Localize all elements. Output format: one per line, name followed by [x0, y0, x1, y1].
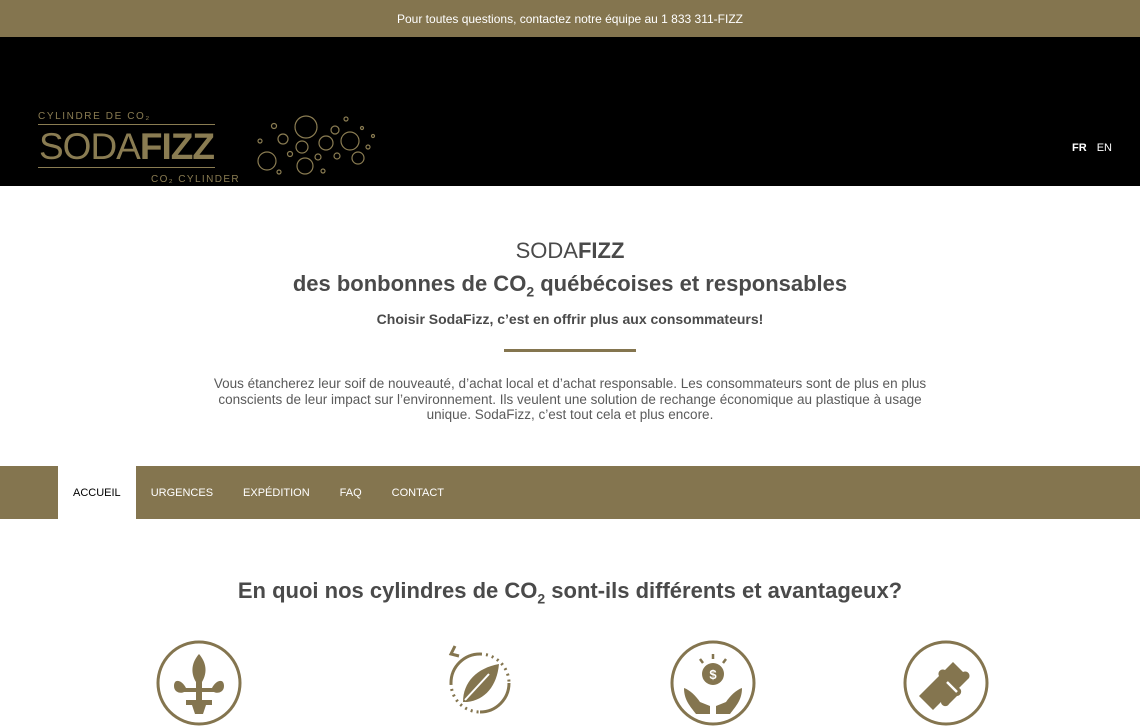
advantages-title-part-2: sont-ils différents et avantageux? — [545, 578, 903, 603]
intro-headline: des bonbonnes de CO2 québécoises et resp… — [0, 271, 1140, 299]
headline-part-1: des bonbonnes de CO — [292, 271, 527, 296]
logo-tagline-en: CO₂ CYLINDER — [151, 174, 241, 185]
main-navigation: ACCUEIL URGENCES EXPÉDITION FAQ CONTACT — [0, 466, 1140, 519]
logo-soda: SODA — [39, 125, 141, 167]
top-announcement-text: Pour toutes questions, contactez notre é… — [397, 11, 743, 26]
leaf-recycle-icon — [448, 645, 511, 714]
headline-subscript: 2 — [526, 283, 535, 300]
nav-item-contact[interactable]: CONTACT — [377, 466, 459, 519]
advantages-title: En quoi nos cylindres de CO2 sont-ils di… — [0, 578, 1140, 606]
lang-fr-link[interactable]: FR — [1072, 142, 1087, 154]
advantages-title-subscript: 2 — [537, 590, 546, 607]
money-hands-icon: $ — [670, 640, 756, 726]
intro-brand-light: SODA — [515, 238, 578, 263]
intro-subheadline: Choisir SodaFizz, c’est en offrir plus a… — [376, 311, 764, 328]
advantages-title-part-1: En quoi nos cylindres de CO — [237, 578, 538, 603]
intro-section: SODAFIZZ des bonbonnes de CO2 québécoise… — [0, 238, 1140, 423]
features-row: $ — [0, 640, 1140, 726]
intro-description: Vous étancherez leur soif de nouveauté, … — [213, 376, 927, 423]
sodafizz-logo[interactable]: CYLINDRE DE CO₂ SODA FIZZ CO₂ CYLINDER — [38, 108, 383, 188]
site-header: CYLINDRE DE CO₂ SODA FIZZ CO₂ CYLINDER F… — [0, 37, 1140, 186]
nav-item-expedition[interactable]: EXPÉDITION — [228, 466, 325, 519]
logo-tagline-fr: CYLINDRE DE CO₂ — [38, 111, 151, 122]
language-switcher: FR EN — [1072, 142, 1112, 154]
intro-brand: SODAFIZZ — [0, 238, 1140, 264]
bubbles-icon — [257, 115, 376, 175]
intro-brand-bold: FIZZ — [577, 238, 625, 263]
logo-wordmark: SODA FIZZ — [38, 124, 215, 168]
intro-divider — [504, 349, 636, 353]
fleur-de-lis-icon — [156, 640, 242, 726]
nav-item-faq[interactable]: FAQ — [325, 466, 377, 519]
puzzle-icon — [903, 640, 989, 726]
lang-en-link[interactable]: EN — [1097, 142, 1112, 154]
nav-item-urgences[interactable]: URGENCES — [136, 466, 228, 519]
headline-part-2: québécoises et responsables — [534, 271, 848, 296]
svg-text:$: $ — [709, 667, 717, 682]
logo-fizz: FIZZ — [139, 125, 215, 167]
top-announcement-bar: Pour toutes questions, contactez notre é… — [0, 0, 1140, 37]
nav-item-accueil[interactable]: ACCUEIL — [58, 466, 136, 519]
